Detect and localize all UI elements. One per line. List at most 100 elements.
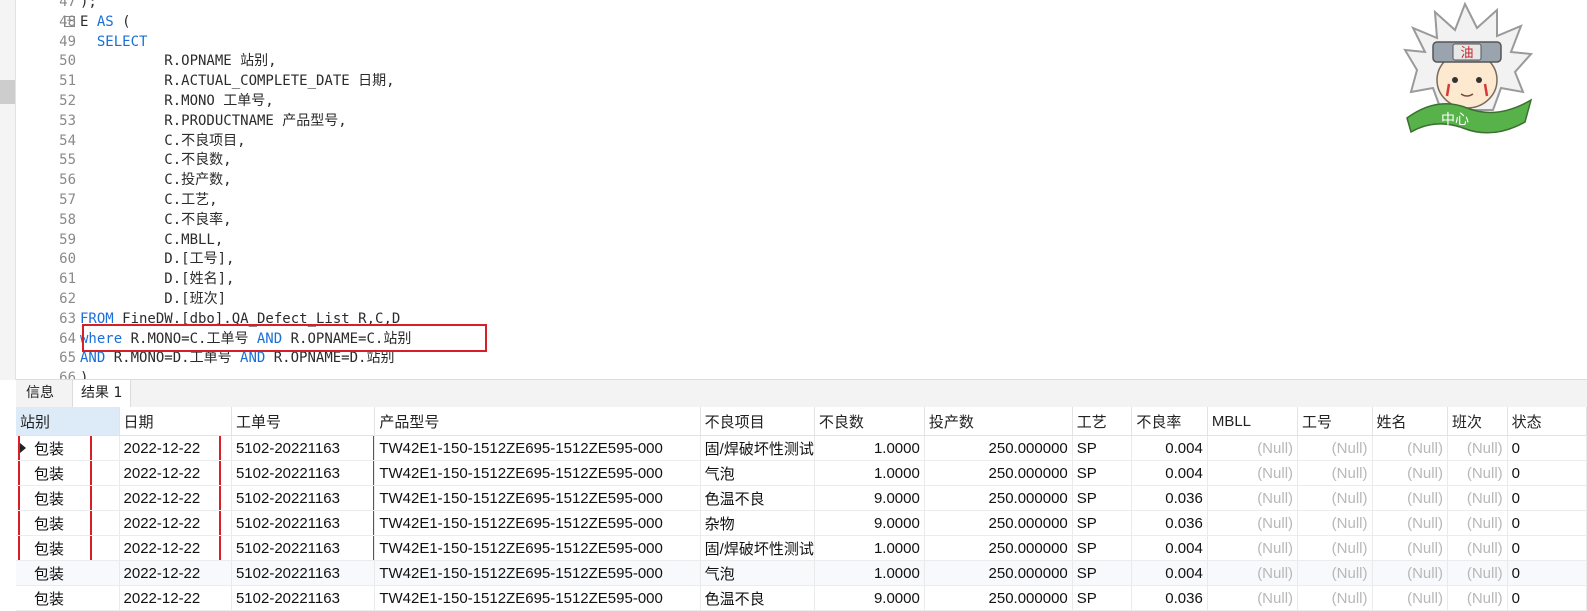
table-cell[interactable]: 250.000000 — [924, 510, 1073, 536]
column-header[interactable]: 不良项目 — [700, 407, 815, 436]
column-header[interactable]: 日期 — [119, 407, 232, 436]
table-cell[interactable]: 包装 — [16, 435, 120, 461]
table-cell[interactable]: (Null) — [1447, 485, 1508, 511]
table-cell[interactable]: 1.0000 — [814, 560, 925, 586]
table-cell[interactable]: (Null) — [1447, 560, 1508, 586]
tab-result-1[interactable]: 结果 1 — [72, 380, 132, 408]
table-cell[interactable]: (Null) — [1297, 535, 1373, 561]
table-cell[interactable]: 2022-12-22 — [119, 510, 232, 536]
column-header[interactable]: 工单号 — [231, 407, 376, 436]
table-cell[interactable]: (Null) — [1372, 435, 1448, 461]
table-cell[interactable]: (Null) — [1207, 435, 1299, 461]
table-cell[interactable]: 0 — [1507, 485, 1587, 511]
table-cell[interactable]: 0.004 — [1131, 460, 1208, 486]
table-cell[interactable]: 包装 — [16, 585, 120, 611]
table-cell[interactable]: 9.0000 — [814, 585, 925, 611]
table-cell[interactable]: 2022-12-22 — [119, 485, 232, 511]
table-cell[interactable]: (Null) — [1297, 585, 1373, 611]
table-cell[interactable]: 2022-12-22 — [119, 585, 232, 611]
table-cell[interactable]: 5102-20221163 — [231, 535, 376, 561]
column-header[interactable]: 姓名 — [1372, 407, 1448, 436]
table-cell[interactable]: (Null) — [1297, 435, 1373, 461]
table-cell[interactable]: (Null) — [1372, 510, 1448, 536]
table-cell[interactable]: 5102-20221163 — [231, 560, 376, 586]
table-cell[interactable]: (Null) — [1372, 535, 1448, 561]
table-cell[interactable]: 1.0000 — [814, 535, 925, 561]
table-cell[interactable]: 0.036 — [1131, 485, 1208, 511]
table-cell[interactable]: (Null) — [1447, 510, 1508, 536]
table-cell[interactable]: (Null) — [1207, 460, 1299, 486]
table-cell[interactable]: SP — [1072, 535, 1133, 561]
table-cell[interactable]: 250.000000 — [924, 585, 1073, 611]
table-cell[interactable]: 0 — [1507, 535, 1587, 561]
table-row[interactable]: 包装 2022-12-22 5102-20221163 TW42E1-150-1512… — [16, 535, 1587, 561]
table-cell[interactable]: 0.004 — [1131, 560, 1208, 586]
table-cell[interactable]: (Null) — [1297, 485, 1373, 511]
column-header[interactable]: 产品型号 — [374, 407, 701, 436]
table-cell[interactable]: 250.000000 — [924, 560, 1073, 586]
table-cell[interactable]: 气泡 — [700, 460, 815, 486]
table-cell[interactable]: (Null) — [1207, 535, 1299, 561]
table-cell[interactable]: 5102-20221163 — [231, 460, 376, 486]
table-cell[interactable]: (Null) — [1207, 510, 1299, 536]
table-cell[interactable]: (Null) — [1447, 535, 1508, 561]
table-row[interactable]: 包装 2022-12-22 5102-20221163 TW42E1-150-1512… — [16, 560, 1587, 586]
table-cell[interactable]: SP — [1072, 460, 1133, 486]
table-cell[interactable]: (Null) — [1447, 460, 1508, 486]
table-cell[interactable]: 5102-20221163 — [231, 435, 376, 461]
table-cell[interactable]: 250.000000 — [924, 535, 1073, 561]
column-header[interactable]: 不良数 — [814, 407, 925, 436]
table-cell[interactable]: 包装 — [16, 460, 120, 486]
sql-editor[interactable]: 47); 48− E AS (49 SELECT 50 R.OPNAME 站别, 51 … — [16, 0, 1587, 380]
table-cell[interactable]: 包装 — [16, 510, 120, 536]
table-cell[interactable]: SP — [1072, 585, 1133, 611]
table-cell[interactable]: 1.0000 — [814, 460, 925, 486]
table-cell[interactable]: 9.0000 — [814, 510, 925, 536]
table-cell[interactable]: 0.036 — [1131, 510, 1208, 536]
table-row[interactable]: 包装 2022-12-22 5102-20221163 TW42E1-150-1512… — [16, 510, 1587, 536]
table-cell[interactable]: SP — [1072, 560, 1133, 586]
table-cell[interactable]: 包装 — [16, 485, 120, 511]
table-cell[interactable]: (Null) — [1372, 560, 1448, 586]
table-cell[interactable]: (Null) — [1207, 485, 1299, 511]
table-cell[interactable]: 固/焊破坏性测试 — [700, 535, 815, 561]
table-cell[interactable]: (Null) — [1207, 560, 1299, 586]
table-cell[interactable]: SP — [1072, 485, 1133, 511]
result-grid[interactable]: 站别 日期 工单号 产品型号 不良项目 不良数 投产数 工艺 不良率 MBLL 工号 姓名 班次 状态 包… — [16, 407, 1587, 611]
column-header[interactable]: 状态 — [1507, 407, 1587, 436]
table-cell[interactable]: SP — [1072, 510, 1133, 536]
column-header[interactable]: 不良率 — [1131, 407, 1208, 436]
table-cell[interactable]: 0 — [1507, 585, 1587, 611]
column-header[interactable]: 班次 — [1447, 407, 1508, 436]
column-header[interactable]: 站别 — [16, 407, 120, 436]
table-cell[interactable]: 250.000000 — [924, 485, 1073, 511]
table-row[interactable]: 包装 2022-12-22 5102-20221163 TW42E1-150-1512… — [16, 460, 1587, 486]
column-header[interactable]: 工艺 — [1072, 407, 1133, 436]
table-cell[interactable]: 2022-12-22 — [119, 560, 232, 586]
table-cell[interactable]: 杂物 — [700, 510, 815, 536]
table-row[interactable]: 包装 2022-12-22 5102-20221163 TW42E1-150-1512… — [16, 585, 1587, 611]
column-header[interactable]: 投产数 — [924, 407, 1073, 436]
table-cell[interactable]: SP — [1072, 435, 1133, 461]
table-cell[interactable]: 1.0000 — [814, 435, 925, 461]
table-cell[interactable]: (Null) — [1447, 585, 1508, 611]
tab-info[interactable]: 信息 — [18, 380, 62, 407]
table-cell[interactable]: 0.004 — [1131, 535, 1208, 561]
vertical-scrollbar[interactable] — [0, 0, 16, 380]
table-cell[interactable]: TW42E1-150-1512ZE695-1512ZE595-000 — [374, 585, 701, 611]
table-cell[interactable]: 0 — [1507, 435, 1587, 461]
table-cell[interactable]: 0.004 — [1131, 435, 1208, 461]
table-cell[interactable]: 9.0000 — [814, 485, 925, 511]
table-cell[interactable]: 包装 — [16, 560, 120, 586]
table-cell[interactable]: 0 — [1507, 510, 1587, 536]
fold-toggle-icon[interactable]: − — [64, 15, 75, 27]
scrollbar-thumb[interactable] — [0, 80, 15, 104]
table-cell[interactable]: TW42E1-150-1512ZE695-1512ZE595-000 — [374, 535, 701, 561]
table-cell[interactable]: 5102-20221163 — [231, 485, 376, 511]
table-cell[interactable]: 5102-20221163 — [231, 585, 376, 611]
table-cell[interactable]: 2022-12-22 — [119, 535, 232, 561]
table-cell[interactable]: TW42E1-150-1512ZE695-1512ZE595-000 — [374, 560, 701, 586]
table-cell[interactable]: 色温不良 — [700, 485, 815, 511]
table-row[interactable]: 包装 2022-12-22 5102-20221163 TW42E1-150-1512… — [16, 435, 1587, 461]
table-cell[interactable]: 5102-20221163 — [231, 510, 376, 536]
